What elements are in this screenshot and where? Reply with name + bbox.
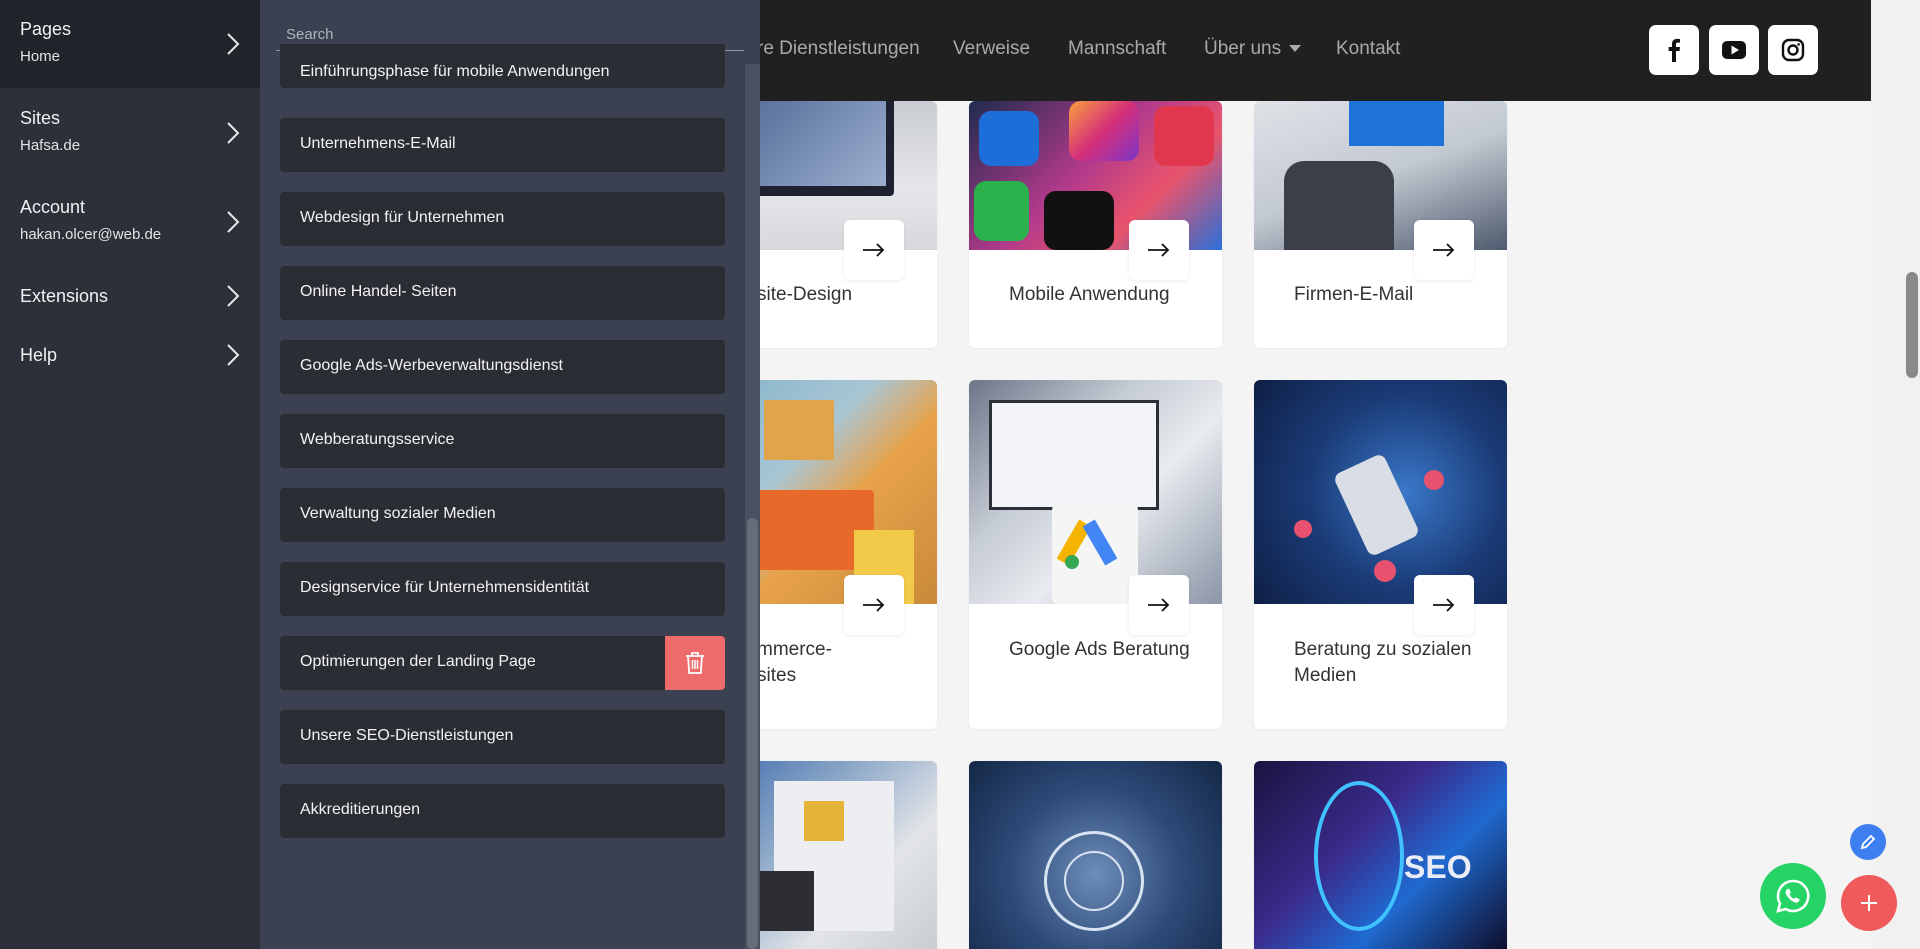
nav-link-references[interactable]: Verweise [953,38,1030,60]
page-list-item[interactable]: Webberatungsservice [280,414,725,468]
instagram-button[interactable] [1768,25,1818,75]
page-list-item[interactable]: Unsere SEO-Dienstleistungen [280,710,725,764]
card-title: Mobile Anwendung [1009,284,1170,305]
card-title: Firmen-E-Mail [1294,284,1414,305]
card-title: site-Design [757,284,853,305]
pages-panel: Einführungsphase für mobile Anwendungen … [260,0,760,949]
card-arrow-button[interactable] [1129,575,1189,635]
chevron-right-icon [227,33,240,55]
page-list-item-label: Optimierungen der Landing Page [300,653,536,670]
youtube-button[interactable] [1709,25,1759,75]
page-list-item[interactable]: Einführungsphase für mobile Anwendungen [280,44,725,88]
page-list-item[interactable]: Online Handel- Seiten [280,266,725,320]
service-card[interactable]: Google Ads Beratung [969,380,1222,729]
nav-link-team[interactable]: Mannschaft [1068,38,1166,60]
sidebar-item-subtitle: Hafsa.de [20,137,81,154]
arrow-right-icon [863,598,885,612]
page-list-item[interactable]: Google Ads-Werbeverwaltungsdienst [280,340,725,394]
page-scrollbar[interactable] [1871,0,1920,949]
add-fab-button[interactable] [1841,875,1897,931]
page-list-item-label: Unsere SEO-Dienstleistungen [300,727,514,744]
page-list-item-label: Webdesign für Unternehmen [300,209,505,226]
chevron-right-icon [227,122,240,144]
arrow-right-icon [1433,243,1455,257]
card-arrow-button[interactable] [1414,575,1474,635]
card-arrow-button[interactable] [1129,220,1189,280]
page-list-item[interactable]: Optimierungen der Landing Page [280,636,725,690]
facebook-icon [1668,38,1680,62]
whatsapp-button[interactable] [1760,863,1826,929]
page-list-item-label: Verwaltung sozialer Medien [300,505,496,522]
chevron-right-icon [227,211,240,233]
panel-scrollbar-thumb[interactable] [747,518,758,949]
card-title-line1: mmerce- [757,639,832,660]
page-list-item-label: Designservice für Unternehmensidentität [300,579,590,596]
sidebar-item-extensions[interactable]: Extensions [0,274,260,318]
youtube-icon [1722,41,1746,59]
page-list-item-label: Webberatungsservice [300,431,455,448]
nav-link-about-label: Über uns [1204,38,1282,59]
card-title: Google Ads Beratung [1009,639,1190,660]
page-list-item-label: Akkreditierungen [300,801,421,818]
sidebar-item-help[interactable]: Help [0,333,260,377]
page-list-item-label: Google Ads-Werbeverwaltungsdienst [300,357,563,374]
service-card[interactable] [969,761,1222,949]
arrow-right-icon [1148,598,1170,612]
sidebar-item-title: Pages [20,19,72,39]
card-arrow-button[interactable] [844,220,904,280]
card-arrow-button[interactable] [844,575,904,635]
page-list-item-label: Unternehmens-E-Mail [300,135,456,152]
whatsapp-icon [1776,879,1810,913]
page-list-item[interactable]: Akkreditierungen [280,784,725,838]
card-arrow-button[interactable] [1414,220,1474,280]
page-list-item[interactable]: Unternehmens-E-Mail [280,118,725,172]
card-image-social-media [1254,380,1507,604]
page-list-item[interactable]: Verwaltung sozialer Medien [280,488,725,542]
card-title-line2: sites [757,665,797,686]
arrow-right-icon [863,243,885,257]
sidebar-item-title: Extensions [20,286,109,306]
pencil-icon [1860,834,1876,850]
service-card[interactable]: Beratung zu sozialen Medien [1254,380,1507,729]
card-title-line2: Medien [1294,665,1357,686]
page-scrollbar-thumb[interactable] [1906,272,1918,378]
sidebar-item-title: Sites [20,108,61,128]
sidebar-item-pages[interactable]: Pages Home [0,0,260,88]
instagram-icon [1781,38,1805,62]
edit-fab-button[interactable] [1850,824,1886,860]
sidebar-item-sites[interactable]: Sites Hafsa.de [0,89,260,177]
sidebar-item-account[interactable]: Account hakan.olcer@web.de [0,178,260,266]
nav-link-about[interactable]: Über uns [1204,38,1302,60]
card-image-seo: SEO [1254,761,1507,949]
page-list-item-label: Einführungsphase für mobile Anwendungen [300,63,610,80]
nav-link-services[interactable]: re Dienstleistungen [757,38,920,60]
sidebar-item-subtitle: hakan.olcer@web.de [20,226,162,243]
sidebar-item-subtitle: Home [20,48,61,65]
nav-link-contact[interactable]: Kontakt [1336,38,1400,60]
trash-icon [686,652,704,674]
sidebar-item-title: Help [20,345,58,365]
caret-down-icon [1289,45,1302,53]
arrow-right-icon [1433,598,1455,612]
card-image-analytics [969,761,1222,949]
sidebar-item-title: Account [20,197,86,217]
card-image-google-ads [969,380,1222,604]
chevron-right-icon [227,285,240,307]
chevron-right-icon [227,344,240,366]
page-list-item-label: Online Handel- Seiten [300,283,457,300]
card-title-line1: Beratung zu sozialen [1294,639,1472,660]
delete-page-button[interactable] [665,636,725,690]
facebook-button[interactable] [1649,25,1699,75]
editor-sidebar: Pages Home Sites Hafsa.de Account hakan.… [0,0,260,949]
page-list-item[interactable]: Designservice für Unternehmensidentität [280,562,725,616]
arrow-right-icon [1148,243,1170,257]
page-list-item[interactable]: Webdesign für Unternehmen [280,192,725,246]
plus-icon [1861,895,1877,911]
service-card[interactable]: SEO [1254,761,1507,949]
